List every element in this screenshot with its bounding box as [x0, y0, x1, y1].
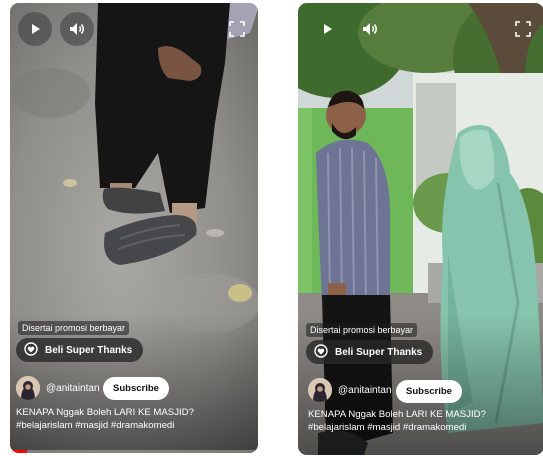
play-button[interactable]: [310, 12, 344, 46]
subscribe-button[interactable]: Subscribe: [396, 380, 462, 403]
channel-name[interactable]: @anitaintan: [338, 385, 392, 396]
play-icon: [29, 23, 41, 35]
super-thanks-label: Beli Super Thanks: [45, 344, 133, 356]
progress-track[interactable]: [10, 450, 258, 453]
video-title: KENAPA Nggak Boleh LARI KE MASJID?: [16, 407, 194, 418]
video-caption[interactable]: KENAPA Nggak Boleh LARI KE MASJID? #bela…: [16, 406, 251, 432]
video-title: KENAPA Nggak Boleh LARI KE MASJID?: [308, 409, 486, 420]
short-video-player-2[interactable]: Disertai promosi berbayar Beli Super Tha…: [298, 3, 543, 455]
video-caption[interactable]: KENAPA Nggak Boleh LARI KE MASJID? #bela…: [308, 408, 543, 434]
progress-fill: [10, 450, 28, 453]
fullscreen-icon[interactable]: [228, 20, 246, 38]
paid-promotion-label: Disertai promosi berbayar: [306, 323, 418, 337]
channel-avatar[interactable]: [308, 378, 332, 402]
super-thanks-label: Beli Super Thanks: [335, 346, 423, 358]
super-thanks-icon: [314, 343, 328, 361]
play-button[interactable]: [18, 12, 52, 46]
fullscreen-icon[interactable]: [514, 20, 532, 38]
paid-promotion-label: Disertai promosi berbayar: [18, 321, 130, 335]
short-video-player-1[interactable]: Disertai promosi berbayar Beli Super Tha…: [10, 3, 258, 453]
subscribe-button[interactable]: Subscribe: [103, 377, 169, 400]
video-hashtags: #belajarislam #masjid #dramakomedi: [308, 422, 467, 433]
super-thanks-button[interactable]: Beli Super Thanks: [16, 338, 144, 362]
shorts-comparison: Disertai promosi berbayar Beli Super Tha…: [0, 0, 543, 456]
super-thanks-button[interactable]: Beli Super Thanks: [306, 340, 434, 364]
volume-button[interactable]: [60, 12, 94, 46]
channel-avatar[interactable]: [16, 376, 40, 400]
volume-icon: [69, 22, 85, 36]
video-hashtags: #belajarislam #masjid #dramakomedi: [16, 420, 175, 431]
super-thanks-icon: [24, 341, 38, 359]
channel-name[interactable]: @anitaintan: [46, 383, 100, 394]
play-icon: [321, 23, 333, 35]
volume-icon: [362, 22, 378, 36]
volume-button[interactable]: [353, 12, 387, 46]
